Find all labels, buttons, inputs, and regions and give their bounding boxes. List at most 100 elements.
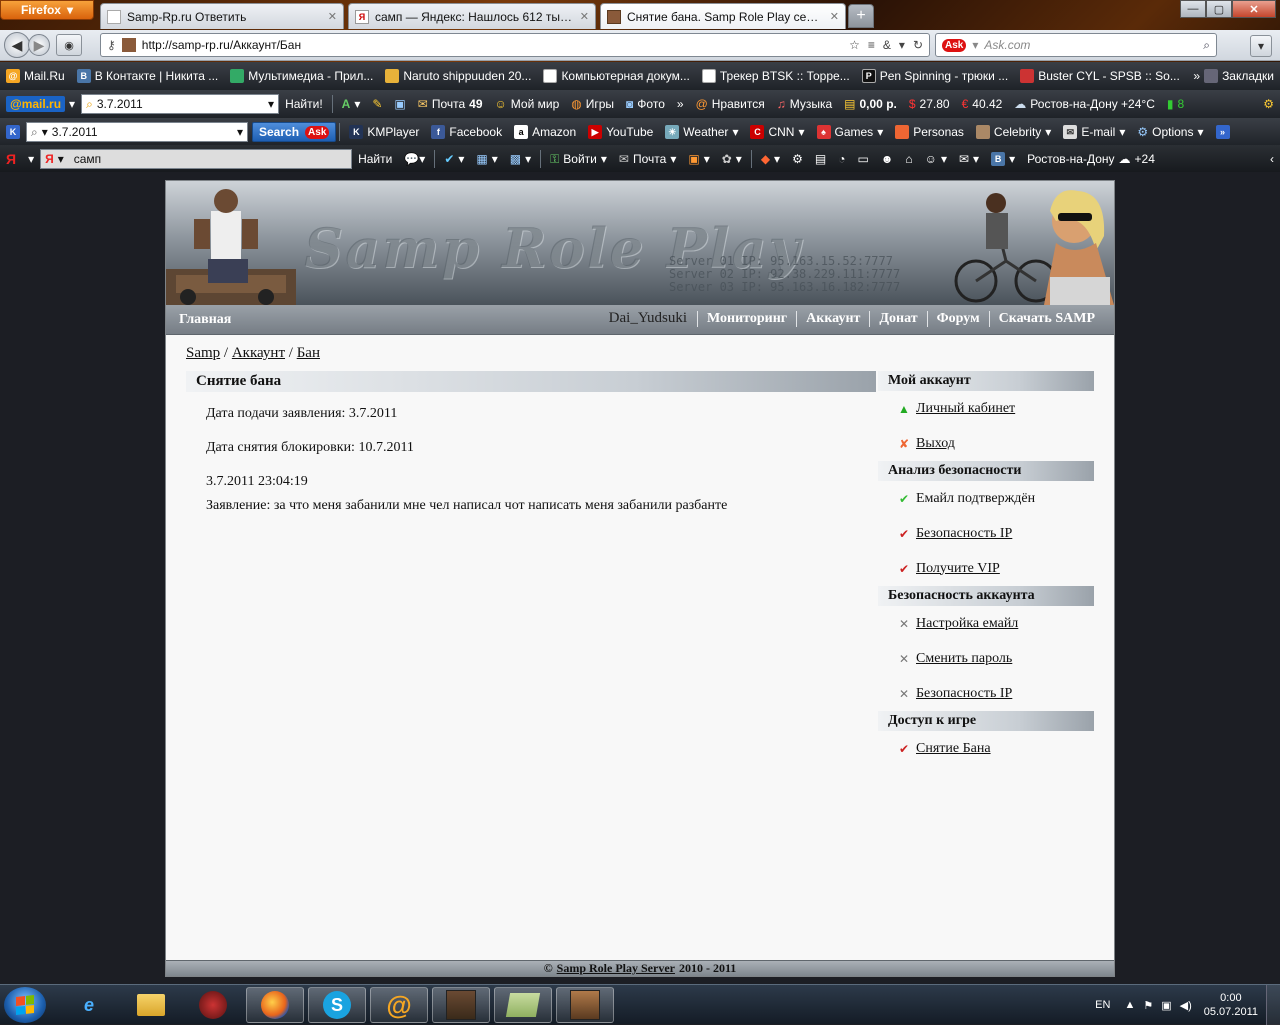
tab-ban-removal[interactable]: Снятие бана. Samp Role Play сервер... ✕: [600, 3, 846, 29]
music-button[interactable]: ♫ Музыка: [771, 97, 838, 111]
dictionary-icon[interactable]: ▩ ▾: [504, 152, 537, 166]
taskbar-samp-icon[interactable]: [432, 987, 490, 1023]
taskbar-skype-icon[interactable]: S: [308, 987, 366, 1023]
ask-link-celebrity[interactable]: Celebrity ▾: [970, 125, 1057, 139]
cart-icon[interactable]: ▣ ▾: [682, 152, 715, 166]
sidebar-item-logout[interactable]: ✘ Выход: [878, 426, 1094, 461]
url-bar[interactable]: ⚷ http://samp-rp.ru/Аккаунт/Бан ☆ ≡ & ▾ …: [100, 33, 930, 57]
bookmark-item[interactable]: Мультимедиа - Прил...: [224, 69, 379, 83]
envelope-icon[interactable]: ✉ ▾: [953, 152, 985, 166]
show-desktop-button[interactable]: [1266, 985, 1280, 1025]
home-icon[interactable]: ⌂: [899, 152, 918, 166]
ask-link-kmplayer[interactable]: K KMPlayer: [343, 125, 425, 139]
bookmark-item[interactable]: @ Mail.Ru: [0, 69, 71, 83]
sidebar-item-cabinet[interactable]: ▲ Личный кабинет: [878, 391, 1094, 426]
taskbar-explorer-icon[interactable]: [122, 987, 180, 1023]
ask-link-personas[interactable]: Personas: [889, 125, 970, 139]
dropdown-arrow-icon[interactable]: ▾: [237, 125, 243, 139]
start-button[interactable]: [4, 987, 46, 1023]
nav-monitoring-link[interactable]: Мониторинг: [697, 310, 796, 327]
yandex-logo-icon[interactable]: Я: [0, 151, 22, 167]
bookmark-item[interactable]: Buster CYL - SPSB :: So...: [1014, 69, 1186, 83]
chat-icon[interactable]: 💬▾: [398, 152, 431, 166]
yandex-search-input[interactable]: Я ▾ самп: [40, 149, 353, 169]
tab-close-icon[interactable]: ✕: [830, 10, 839, 23]
sidebar-item-ip-security-2[interactable]: ✕ Безопасность IP: [878, 676, 1094, 711]
sidebar-item-get-vip[interactable]: ✔ Получите VIP: [878, 551, 1094, 586]
url-text[interactable]: http://samp-rp.ru/Аккаунт/Бан: [142, 38, 843, 52]
new-tab-button[interactable]: +: [848, 4, 874, 28]
dropdown-arrow-icon[interactable]: ▾: [268, 97, 274, 111]
taskbar-notes-icon[interactable]: [494, 987, 552, 1023]
games-button[interactable]: ◍ Игры: [565, 97, 620, 111]
reload-icon[interactable]: ↻: [913, 38, 923, 52]
bookmark-item[interactable]: Naruto shippuuden 20...: [379, 69, 537, 83]
dropdown-arrow-icon[interactable]: ▾: [899, 38, 905, 52]
tab-yandex-search[interactable]: Я самп — Яндекс: Нашлось 612 тыс. о... ✕: [348, 3, 596, 29]
weather-button[interactable]: ☁ Ростов-на-Дону +24°C: [1008, 97, 1161, 111]
bookmark-star-icon[interactable]: ☆: [849, 38, 860, 52]
taskbar-ie-icon[interactable]: e: [60, 987, 118, 1023]
settings-gear-icon[interactable]: ⚙: [1257, 97, 1280, 111]
breadcrumb-samp[interactable]: Samp: [186, 345, 220, 361]
close-window-button[interactable]: ✕: [1232, 0, 1276, 18]
settings-icon[interactable]: ⚙: [786, 152, 809, 166]
footer-server-link[interactable]: Samp Role Play Server: [557, 961, 675, 976]
ask-search-box[interactable]: Ask ▾ Ask.com ⌕: [935, 33, 1217, 57]
dropdown-arrow-icon[interactable]: ▾: [22, 152, 40, 166]
feed-icon[interactable]: ≡: [868, 38, 875, 52]
volume-icon[interactable]: ◀): [1176, 999, 1196, 1012]
tab-samp-rp-reply[interactable]: Samp-Rp.ru Ответить ✕: [100, 3, 344, 29]
ask-link-weather[interactable]: ☀ Weather ▾: [659, 125, 744, 139]
ask-link-cnn[interactable]: C CNN ▾: [744, 125, 810, 139]
mailru-search-input[interactable]: ⌕ 3.7.2011 ▾: [81, 94, 280, 114]
nav-account-link[interactable]: Аккаунт: [796, 310, 869, 327]
chevron-more-icon[interactable]: »: [1210, 125, 1236, 139]
puzzle-icon[interactable]: ✿ ▾: [716, 152, 748, 166]
ask-link-email[interactable]: ✉ E-mail ▾: [1057, 125, 1131, 139]
my-world-button[interactable]: ☺ Мой мир: [489, 97, 566, 111]
likes-button[interactable]: @ Нравится: [690, 97, 771, 111]
ask-link-amazon[interactable]: a Amazon: [508, 125, 582, 139]
bookmark-item[interactable]: P Pen Spinning - трюки ...: [856, 69, 1015, 83]
color-icon[interactable]: ◆ ▾: [755, 152, 786, 166]
sidebar-item-ip-security[interactable]: ✔ Безопасность IP: [878, 516, 1094, 551]
ask-search-button[interactable]: Search Ask: [252, 122, 337, 142]
ask-toolbar-search-input[interactable]: ⌕ ▾ 3.7.2011 ▾: [26, 122, 248, 142]
nav-forum-link[interactable]: Форум: [926, 310, 989, 327]
balance-button[interactable]: ▤ 0,00 р.: [838, 97, 903, 111]
taskbar-mailru-agent-icon[interactable]: @: [370, 987, 428, 1023]
translate-icon[interactable]: ▦ ▾: [470, 152, 503, 166]
usd-rate[interactable]: $27.80: [903, 97, 956, 111]
tools-menu-icon[interactable]: ▾: [1250, 35, 1272, 57]
nav-home-link[interactable]: Главная: [179, 312, 231, 328]
clock[interactable]: 0:00 05.07.2011: [1196, 991, 1266, 1019]
tab-close-icon[interactable]: ✕: [580, 10, 589, 23]
photo-button[interactable]: ◙ Фото: [620, 97, 671, 111]
bookmark-item[interactable]: Компьютерная докум...: [537, 69, 695, 83]
taskbar-firefox-icon[interactable]: [246, 987, 304, 1023]
search-icon[interactable]: ⌕: [1203, 38, 1210, 53]
back-button[interactable]: ◀: [4, 32, 30, 58]
sidebar-item-email-settings[interactable]: ✕ Настройка емайл: [878, 606, 1094, 641]
show-hidden-icons-icon[interactable]: ▲: [1120, 999, 1139, 1011]
yandex-find-button[interactable]: Найти: [352, 149, 398, 169]
bookmarks-menu[interactable]: » Закладки: [1187, 69, 1280, 83]
network-icon[interactable]: ▣: [1157, 999, 1175, 1012]
eur-rate[interactable]: €40.42: [956, 97, 1009, 111]
people-icon[interactable]: ☻: [875, 152, 900, 166]
traffic-button[interactable]: ▮ 8: [1161, 97, 1190, 111]
font-size-icon[interactable]: A ▾: [336, 97, 367, 111]
user-icon[interactable]: ☺ ▾: [919, 152, 953, 166]
breadcrumb-account[interactable]: Аккаунт: [232, 345, 285, 361]
nav-donate-link[interactable]: Донат: [869, 310, 926, 327]
kmp-icon[interactable]: K: [0, 125, 26, 139]
ask-link-facebook[interactable]: f Facebook: [425, 125, 508, 139]
history-icon[interactable]: ◉: [56, 34, 82, 56]
firefox-menu-button[interactable]: Firefox ▾: [0, 0, 94, 20]
scroll-arrow-icon[interactable]: ‹: [1264, 152, 1280, 166]
ask-options[interactable]: ⚙ Options ▾: [1131, 125, 1209, 139]
yandex-login-button[interactable]: ⚿ Войти ▾: [544, 152, 613, 167]
yandex-mail-button[interactable]: ✉ Почта ▾: [613, 152, 682, 166]
yandex-weather[interactable]: Ростов-на-Дону ☁ +24: [1021, 152, 1161, 166]
